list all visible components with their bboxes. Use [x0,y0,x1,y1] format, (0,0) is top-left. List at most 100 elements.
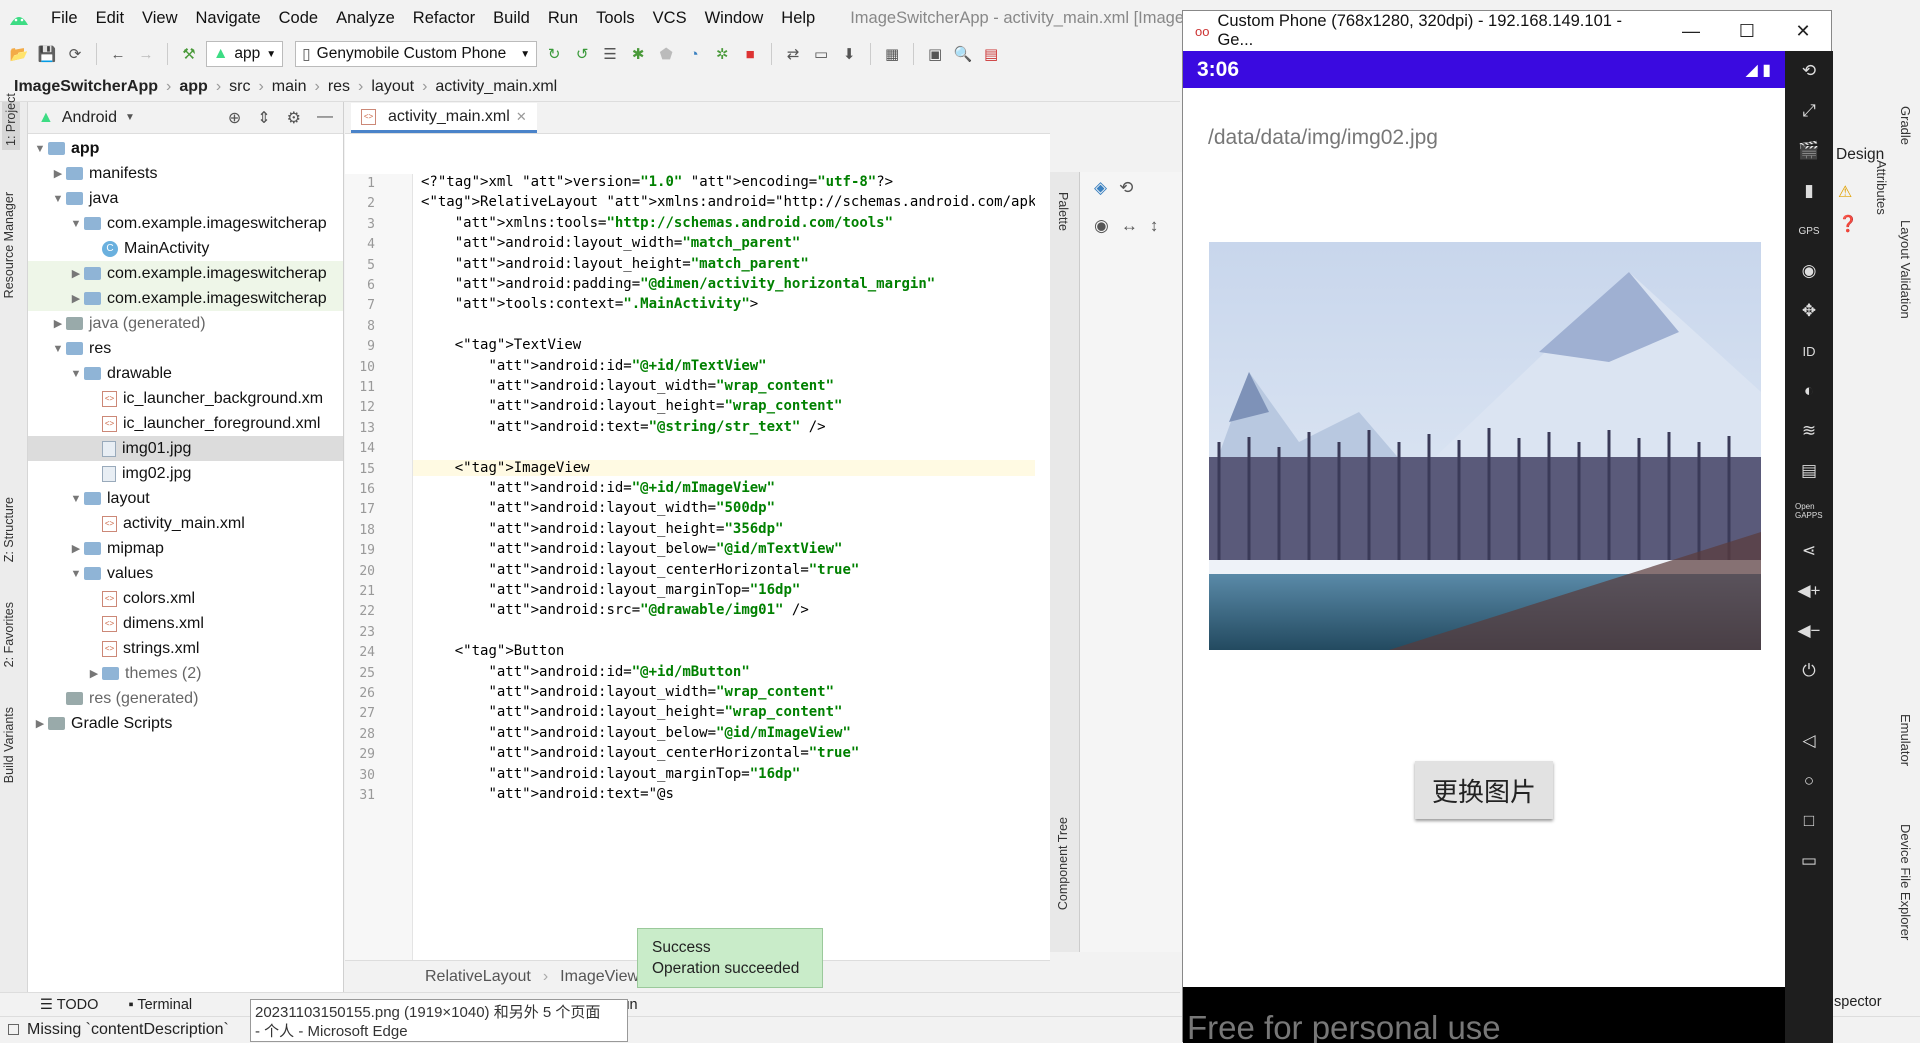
chevron-down-icon[interactable]: ▼ [68,493,84,505]
chevron-right-icon[interactable]: ▶ [68,292,84,305]
debug-icon[interactable]: ✱ [627,43,649,65]
chevron-right-icon[interactable]: ▶ [32,717,48,730]
power-icon[interactable]: ⏻ [1795,657,1823,685]
code-line[interactable]: "att">android:id="@+id/mButton" [421,664,749,680]
eye-icon[interactable]: ◉ [1094,216,1109,236]
avd-manager-icon[interactable]: ▭ [810,43,832,65]
chevron-right-icon[interactable]: ▶ [50,167,66,180]
build-hammer-icon[interactable]: ⚒ [178,43,200,65]
identifiers-icon[interactable]: ID [1795,337,1823,365]
save-icon[interactable]: 💾 [36,43,58,65]
stop-icon[interactable]: ■ [739,43,761,65]
project-view-mode-select[interactable]: Android [62,109,117,127]
code-line[interactable]: "att">android:id="@+id/mTextView" [421,358,766,374]
menu-icon[interactable]: ▭ [1795,847,1823,875]
apply-changes-icon[interactable]: ↺ [571,43,593,65]
volume-down-icon[interactable]: ◀− [1795,617,1823,645]
code-line[interactable]: "att">android:layout_height="356dp" [421,521,783,537]
menu-code[interactable]: Code [270,9,327,28]
tree-item[interactable]: C MainActivity [28,236,343,261]
vertical-resize-icon[interactable]: ↕ [1150,216,1159,236]
breadcrumb-item[interactable]: res [328,78,350,96]
code-line[interactable]: "att">android:text="@s [421,786,673,802]
code-line[interactable]: "att">android:layout_width="match_parent… [421,235,801,251]
chevron-down-icon[interactable]: ▼ [68,368,84,380]
rotate-icon[interactable]: ⟲ [1795,57,1823,85]
code-line[interactable]: <"tag">ImageView [413,459,1035,476]
tree-item[interactable]: ▶ Gradle Scripts [28,711,343,736]
tab-project[interactable]: 1: Project [2,93,20,150]
camera-icon[interactable]: 🎬 [1795,137,1823,165]
chevron-down-icon[interactable]: ▼ [125,112,135,123]
code-line[interactable]: "att">android:layout_centerHorizontal="t… [421,562,859,578]
code-line[interactable]: "att">android:layout_below="@id/mTextVie… [421,541,842,557]
menu-refactor[interactable]: Refactor [404,9,484,28]
tab-component-tree[interactable]: Component Tree [1056,817,1070,910]
code-line[interactable]: "att">xmlns:tools="http://schemas.androi… [421,215,893,231]
tab-todo[interactable]: ☰ TODO [40,997,98,1013]
code-line[interactable]: "att">tools:context=".MainActivity"> [421,296,758,312]
chevron-down-icon[interactable]: ▼ [68,568,84,580]
tab-attributes[interactable]: Attributes [1874,160,1889,215]
menu-navigate[interactable]: Navigate [187,9,270,28]
attach-debugger-icon[interactable]: ⬟ [655,43,677,65]
crumb-imageview[interactable]: ImageView [560,968,639,986]
tab-activity-main-xml[interactable]: <> activity_main.xml ✕ [351,103,537,133]
code-line[interactable]: "att">android:layout_below="@id/mImageVi… [421,725,850,741]
code-line[interactable]: "att">android:layout_width="wrap_content… [421,378,834,394]
locate-icon[interactable]: ⊕ [228,108,241,128]
tree-item[interactable]: <> activity_main.xml [28,511,343,536]
code-line[interactable]: "att">android:layout_centerHorizontal="t… [421,745,859,761]
volume-up-icon[interactable]: ◀+ [1795,577,1823,605]
code-line[interactable]: "att">android:src="@drawable/img01" /> [421,602,808,618]
home-circle-icon[interactable]: ○ [1795,767,1823,795]
gps-icon[interactable]: GPS [1795,217,1823,245]
tree-item[interactable]: img01.jpg [28,436,343,461]
menu-file[interactable]: File [42,9,87,28]
orientation-icon[interactable]: ⟲ [1119,178,1133,198]
navigation-icon[interactable]: ✥ [1795,297,1823,325]
menu-edit[interactable]: Edit [87,9,133,28]
chevron-down-icon[interactable]: ▼ [50,193,66,205]
code-line[interactable]: "att">android:padding="@dimen/activity_h… [421,276,935,292]
capture-icon[interactable]: ◉ [1795,257,1823,285]
menu-window[interactable]: Window [696,9,773,28]
tab-terminal[interactable]: ▪ Terminal [128,997,192,1013]
sync-icon[interactable]: ⟳ [64,43,86,65]
code-line[interactable]: "att">android:layout_marginTop="16dp" [421,582,800,598]
breadcrumb-item[interactable]: app [179,78,207,96]
hide-panel-icon[interactable]: — [317,108,333,128]
chevron-down-icon[interactable]: ▼ [50,343,66,355]
tab-emulator[interactable]: Emulator [1898,714,1913,766]
tree-item[interactable]: <> ic_launcher_foreground.xml [28,411,343,436]
code-area[interactable]: <?"tag">xml "att">version="1.0" "att">en… [413,174,1035,964]
pixel-perfect-icon[interactable]: ⤢ [1795,97,1823,125]
horizontal-resize-icon[interactable]: ↔ [1121,216,1138,236]
menu-run[interactable]: Run [539,9,587,28]
open-gapps-icon[interactable]: Open GAPPS [1795,497,1823,525]
tab-palette[interactable]: Palette [1056,192,1070,231]
tab-resource-manager[interactable]: Resource Manager [2,192,16,298]
chevron-right-icon[interactable]: ▶ [50,317,66,330]
breadcrumb-item[interactable]: layout [371,78,414,96]
change-image-button[interactable]: 更换图片 [1415,761,1553,819]
layers-icon[interactable]: ◈ [1094,178,1107,198]
breadcrumb-item[interactable]: src [229,78,250,96]
run-config-select[interactable]: ▲ app ▼ [206,41,284,67]
tab-build-variants[interactable]: Build Variants [2,707,16,783]
chevron-right-icon[interactable]: ▶ [86,667,102,680]
crumb-relativelayout[interactable]: RelativeLayout [425,968,531,986]
tree-item[interactable]: ▶ com.example.imageswitcherap [28,286,343,311]
logcat-icon[interactable]: ☰ [599,43,621,65]
tree-item[interactable]: ▶ mipmap [28,536,343,561]
tab-layout-validation[interactable]: Layout Validation [1898,220,1913,319]
menu-vcs[interactable]: VCS [644,9,696,28]
sdk-manager-icon[interactable]: ⬇ [838,43,860,65]
code-line[interactable]: <?"tag">xml "att">version="1.0" "att">en… [421,174,893,190]
menu-help[interactable]: Help [772,9,824,28]
back-arrow-icon[interactable]: ← [107,43,129,65]
open-folder-icon[interactable]: 📂 [8,43,30,65]
phone-screen[interactable]: 3:06 ◢ ▮ /data/data/img/img02.jpg 更换图片 F… [1183,51,1785,1043]
chevron-down-icon[interactable]: ▼ [32,143,48,155]
code-line[interactable]: "att">android:layout_height="wrap_conten… [421,398,842,414]
